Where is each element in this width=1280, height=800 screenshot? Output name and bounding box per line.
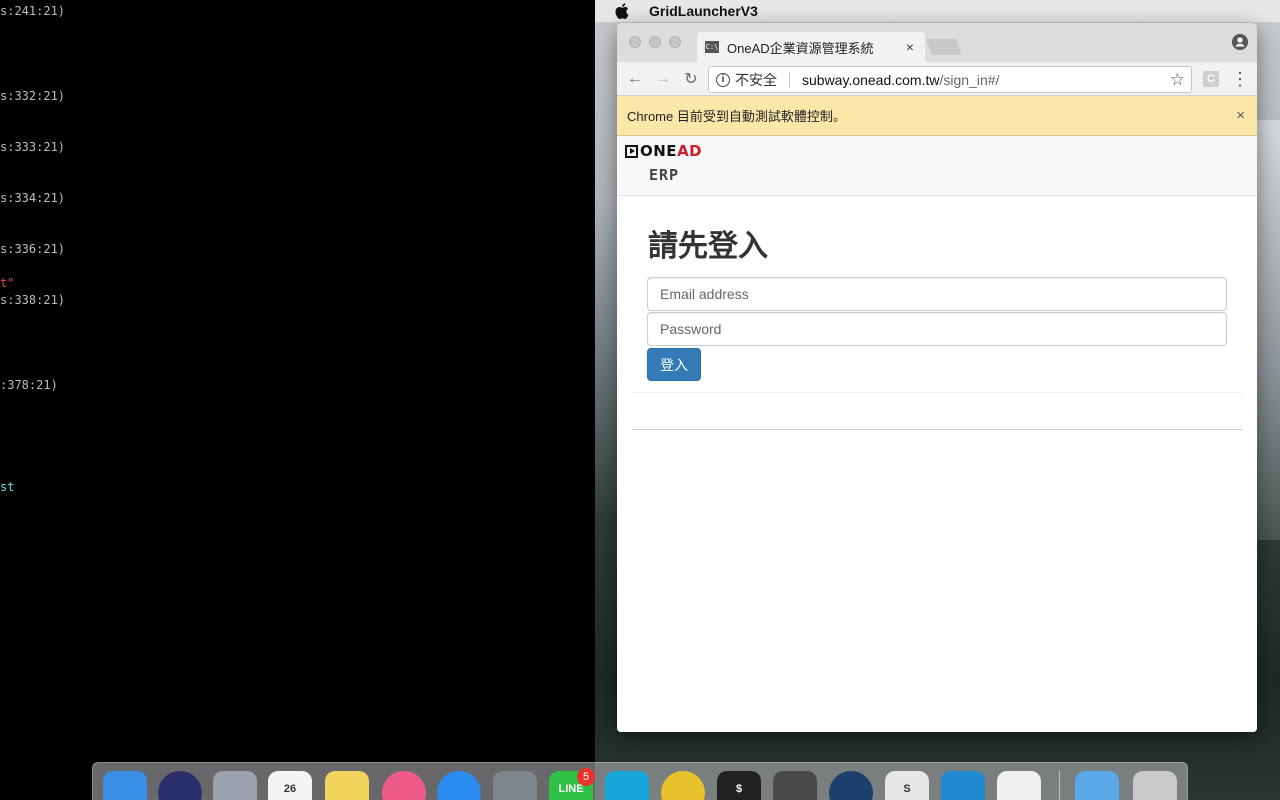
dock-trash-icon[interactable] xyxy=(1133,771,1177,800)
dock-icon-label: $ xyxy=(735,783,743,795)
terminal-line: s:332:21) xyxy=(0,89,66,103)
dock-app-store-icon[interactable] xyxy=(437,771,481,800)
omnibox-divider xyxy=(789,71,790,88)
active-app-name[interactable]: GridLauncherV3 xyxy=(649,3,758,19)
extension-icon[interactable]: C xyxy=(1203,71,1219,87)
terminal-window[interactable]: s:241:21) s:332:21) s:333:21) s:334:21) s:33… xyxy=(0,0,595,762)
infobar-message: Chrome 目前受到自動測試軟體控制。 xyxy=(627,109,846,124)
dock-launchpad-icon[interactable] xyxy=(213,771,257,800)
dock-slack-icon[interactable]: S xyxy=(885,771,929,800)
bookmark-star-icon[interactable]: ☆ xyxy=(1170,70,1185,90)
dock: 26 LINE 5 $ S xyxy=(92,762,1188,800)
menu-bar: GridLauncherV3 xyxy=(595,0,1280,22)
dock-kite-icon[interactable] xyxy=(605,771,649,800)
email-field[interactable] xyxy=(647,277,1227,311)
dock-calendar-icon[interactable]: 26 xyxy=(268,771,312,800)
security-status[interactable]: 不安全 xyxy=(735,70,777,90)
terminal-line: s:241:21) xyxy=(0,4,66,18)
navbar: ONE AD ERP xyxy=(617,136,1257,196)
browser-toolbar: ← → ↻ i 不安全 subway.onead.com.tw/sign_in#… xyxy=(617,62,1257,96)
divider xyxy=(632,392,1242,393)
dock-system-preferences-icon[interactable] xyxy=(493,771,537,800)
dock-sourcetree-icon[interactable] xyxy=(829,771,873,800)
new-tab-button[interactable] xyxy=(926,39,962,55)
infobar-close-icon[interactable]: × xyxy=(1236,107,1245,124)
onead-logo: ONE AD xyxy=(625,142,702,160)
terminal-line: t" xyxy=(0,276,15,290)
page-content: ONEAD ERP 請先登入 登入 xyxy=(617,136,1257,732)
info-icon[interactable]: i xyxy=(716,72,730,87)
play-icon xyxy=(625,144,638,158)
reload-icon[interactable]: ↻ xyxy=(677,65,705,93)
tab-title: OneAD企業資源管理系統 xyxy=(727,40,874,56)
tab-close-icon[interactable]: × xyxy=(903,39,917,55)
brand-logo[interactable]: ONE AD ERP xyxy=(625,142,702,184)
back-arrow-icon[interactable]: ← xyxy=(621,65,649,93)
chrome-menu-icon[interactable]: ⋮ xyxy=(1231,67,1249,91)
window-zoom-button[interactable] xyxy=(669,36,681,48)
terminal-line: :378:21) xyxy=(0,378,58,392)
window-close-button[interactable] xyxy=(629,36,641,48)
logo-ad-text: AD xyxy=(677,142,703,160)
brand-subtitle: ERP xyxy=(649,166,680,184)
dock-icon-label: 26 xyxy=(283,783,297,795)
address-bar[interactable]: i 不安全 subway.onead.com.tw/sign_in#/ ☆ xyxy=(708,66,1192,93)
terminal-line: s:336:21) xyxy=(0,242,66,256)
tab-strip: C:\ OneAD企業資源管理系統 × xyxy=(617,23,1257,62)
url-path: /sign_in#/ xyxy=(939,71,1000,88)
dock-terminal-icon[interactable]: $ xyxy=(717,771,761,800)
terminal-line: s:338:21) xyxy=(0,293,66,307)
divider xyxy=(632,429,1242,430)
dock-java-icon[interactable] xyxy=(997,771,1041,800)
tab-favicon-icon: C:\ xyxy=(705,41,719,53)
page-title: 請先登入 xyxy=(648,229,768,264)
dock-siri-icon[interactable] xyxy=(158,771,202,800)
automation-infobar: Chrome 目前受到自動測試軟體控制。 × xyxy=(617,96,1257,136)
terminal-line: s:333:21) xyxy=(0,140,66,154)
forward-arrow-icon[interactable]: → xyxy=(649,65,677,93)
dock-line-icon[interactable]: LINE 5 xyxy=(549,768,595,800)
apple-icon[interactable] xyxy=(615,2,633,20)
terminal-line: st xyxy=(0,480,15,494)
browser-tab[interactable]: C:\ OneAD企業資源管理系統 × xyxy=(697,32,925,62)
dock-finder-icon[interactable] xyxy=(103,771,147,800)
dock-sublime-text-icon[interactable] xyxy=(773,771,817,800)
dock-separator xyxy=(1059,771,1060,800)
browser-window: C:\ OneAD企業資源管理系統 × ← → ↻ i 不安全 subway.o… xyxy=(617,23,1257,732)
logo-one-text: ONE xyxy=(640,142,678,160)
login-form: 請先登入 登入 xyxy=(647,221,1227,381)
profile-icon[interactable] xyxy=(1232,34,1248,50)
dock-vscode-icon[interactable] xyxy=(941,771,985,800)
login-button[interactable]: 登入 xyxy=(647,348,701,381)
dock-chrome-icon[interactable] xyxy=(661,771,705,800)
dock-itunes-icon[interactable] xyxy=(382,771,426,800)
url-host: subway.onead.com.tw xyxy=(802,71,940,88)
terminal-line: s:334:21) xyxy=(0,191,66,205)
dock-downloads-folder-icon[interactable] xyxy=(1075,771,1119,800)
password-field[interactable] xyxy=(647,312,1227,346)
window-minimize-button[interactable] xyxy=(649,36,661,48)
dock-notes-icon[interactable] xyxy=(325,771,369,800)
dock-icon-label: S xyxy=(903,783,911,795)
notification-badge: 5 xyxy=(577,768,595,786)
